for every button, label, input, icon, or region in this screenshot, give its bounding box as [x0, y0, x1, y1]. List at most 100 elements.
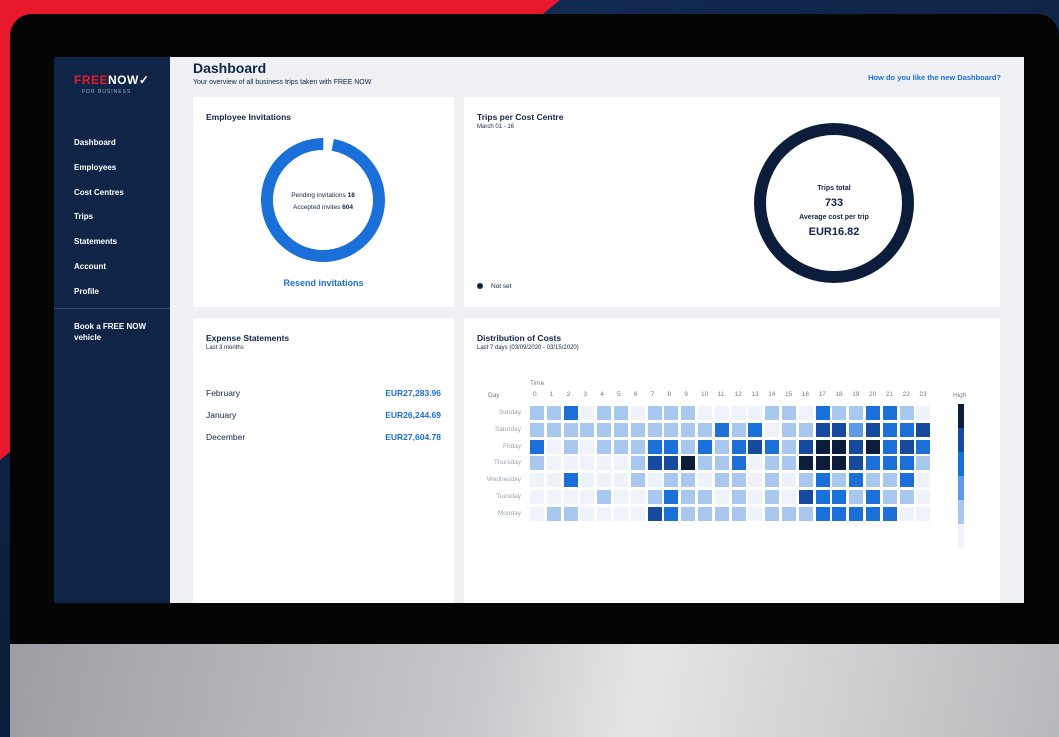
heatmap-cell[interactable]: [899, 406, 914, 420]
heatmap-cell[interactable]: [614, 490, 628, 504]
heatmap-cell[interactable]: [597, 490, 612, 504]
heatmap-cell[interactable]: [563, 439, 578, 454]
heatmap-cell[interactable]: [866, 490, 880, 504]
heatmap-cell[interactable]: [664, 406, 679, 420]
heatmap-cell[interactable]: [815, 406, 830, 420]
sidebar-item-trips[interactable]: Trips: [74, 211, 124, 236]
heatmap-cell[interactable]: [916, 490, 931, 504]
heatmap-cell[interactable]: [698, 490, 712, 504]
heatmap-cell[interactable]: [630, 406, 645, 420]
heatmap-cell[interactable]: [782, 506, 796, 521]
heatmap-cell[interactable]: [899, 490, 914, 504]
heatmap-cell[interactable]: [866, 456, 880, 471]
heatmap-cell[interactable]: [832, 473, 847, 488]
heatmap-cell[interactable]: [614, 456, 628, 471]
heatmap-cell[interactable]: [882, 456, 897, 471]
heatmap-cell[interactable]: [748, 406, 763, 420]
heatmap-cell[interactable]: [849, 456, 864, 471]
heatmap-cell[interactable]: [782, 422, 796, 437]
heatmap-cell[interactable]: [798, 406, 813, 420]
heatmap-cell[interactable]: [714, 473, 729, 488]
heatmap-cell[interactable]: [681, 439, 696, 454]
heatmap-cell[interactable]: [882, 473, 897, 488]
heatmap-cell[interactable]: [546, 439, 561, 454]
heatmap-cell[interactable]: [530, 456, 544, 471]
heatmap-cell[interactable]: [815, 439, 830, 454]
heatmap-cell[interactable]: [647, 406, 662, 420]
heatmap-cell[interactable]: [748, 473, 763, 488]
heatmap-cell[interactable]: [849, 406, 864, 420]
heatmap-cell[interactable]: [530, 473, 544, 488]
heatmap-cell[interactable]: [714, 406, 729, 420]
heatmap-cell[interactable]: [563, 422, 578, 437]
heatmap-cell[interactable]: [563, 406, 578, 420]
heatmap-cell[interactable]: [899, 506, 914, 521]
heatmap-cell[interactable]: [765, 506, 780, 521]
heatmap-cell[interactable]: [580, 422, 595, 437]
heatmap-cell[interactable]: [597, 422, 612, 437]
heatmap-cell[interactable]: [832, 422, 847, 437]
heatmap-cell[interactable]: [748, 490, 763, 504]
heatmap-cell[interactable]: [563, 490, 578, 504]
heatmap-cell[interactable]: [815, 473, 830, 488]
heatmap-cell[interactable]: [614, 406, 628, 420]
sidebar-item-profile[interactable]: Profile: [74, 286, 124, 311]
heatmap-cell[interactable]: [748, 506, 763, 521]
heatmap-cell[interactable]: [731, 439, 746, 454]
heatmap-cell[interactable]: [782, 406, 796, 420]
heatmap-cell[interactable]: [765, 473, 780, 488]
heatmap-cell[interactable]: [530, 406, 544, 420]
heatmap-cell[interactable]: [681, 456, 696, 471]
heatmap-cell[interactable]: [597, 456, 612, 471]
heatmap-cell[interactable]: [614, 422, 628, 437]
heatmap-cell[interactable]: [580, 490, 595, 504]
heatmap-cell[interactable]: [580, 506, 595, 521]
heatmap-cell[interactable]: [647, 422, 662, 437]
heatmap-cell[interactable]: [647, 490, 662, 504]
heatmap-cell[interactable]: [731, 506, 746, 521]
heatmap-cell[interactable]: [630, 422, 645, 437]
heatmap-cell[interactable]: [765, 456, 780, 471]
sidebar-item-employees[interactable]: Employees: [74, 162, 124, 187]
heatmap-cell[interactable]: [630, 456, 645, 471]
heatmap-cell[interactable]: [731, 490, 746, 504]
heatmap-cell[interactable]: [815, 506, 830, 521]
heatmap-cell[interactable]: [815, 490, 830, 504]
heatmap-cell[interactable]: [731, 422, 746, 437]
heatmap-cell[interactable]: [832, 490, 847, 504]
heatmap-cell[interactable]: [664, 439, 679, 454]
freenow-logo[interactable]: FREENOW✓: [74, 73, 149, 87]
heatmap-cell[interactable]: [546, 422, 561, 437]
heatmap-cell[interactable]: [614, 506, 628, 521]
heatmap-cell[interactable]: [849, 490, 864, 504]
heatmap-cell[interactable]: [882, 439, 897, 454]
heatmap-cell[interactable]: [698, 473, 712, 488]
heatmap-cell[interactable]: [681, 506, 696, 521]
heatmap-cell[interactable]: [681, 422, 696, 437]
heatmap-cell[interactable]: [866, 406, 880, 420]
heatmap-cell[interactable]: [866, 473, 880, 488]
heatmap-cell[interactable]: [664, 490, 679, 504]
sidebar-item-dashboard[interactable]: Dashboard: [74, 137, 124, 162]
heatmap-cell[interactable]: [530, 439, 544, 454]
heatmap-cell[interactable]: [882, 506, 897, 521]
heatmap-cell[interactable]: [832, 406, 847, 420]
heatmap-cell[interactable]: [664, 473, 679, 488]
heatmap-cell[interactable]: [882, 406, 897, 420]
heatmap-cell[interactable]: [530, 422, 544, 437]
heatmap-cell[interactable]: [698, 456, 712, 471]
heatmap-cell[interactable]: [681, 473, 696, 488]
heatmap-cell[interactable]: [647, 456, 662, 471]
heatmap-cell[interactable]: [546, 473, 561, 488]
heatmap-cell[interactable]: [782, 456, 796, 471]
heatmap-cell[interactable]: [798, 490, 813, 504]
statement-row[interactable]: January EUR26,244.69: [206, 410, 441, 420]
heatmap-cell[interactable]: [647, 473, 662, 488]
heatmap-cell[interactable]: [798, 473, 813, 488]
heatmap-cell[interactable]: [815, 456, 830, 471]
heatmap-cell[interactable]: [664, 506, 679, 521]
heatmap-cell[interactable]: [916, 406, 931, 420]
heatmap-cell[interactable]: [597, 506, 612, 521]
heatmap-cell[interactable]: [798, 506, 813, 521]
heatmap-cell[interactable]: [630, 490, 645, 504]
